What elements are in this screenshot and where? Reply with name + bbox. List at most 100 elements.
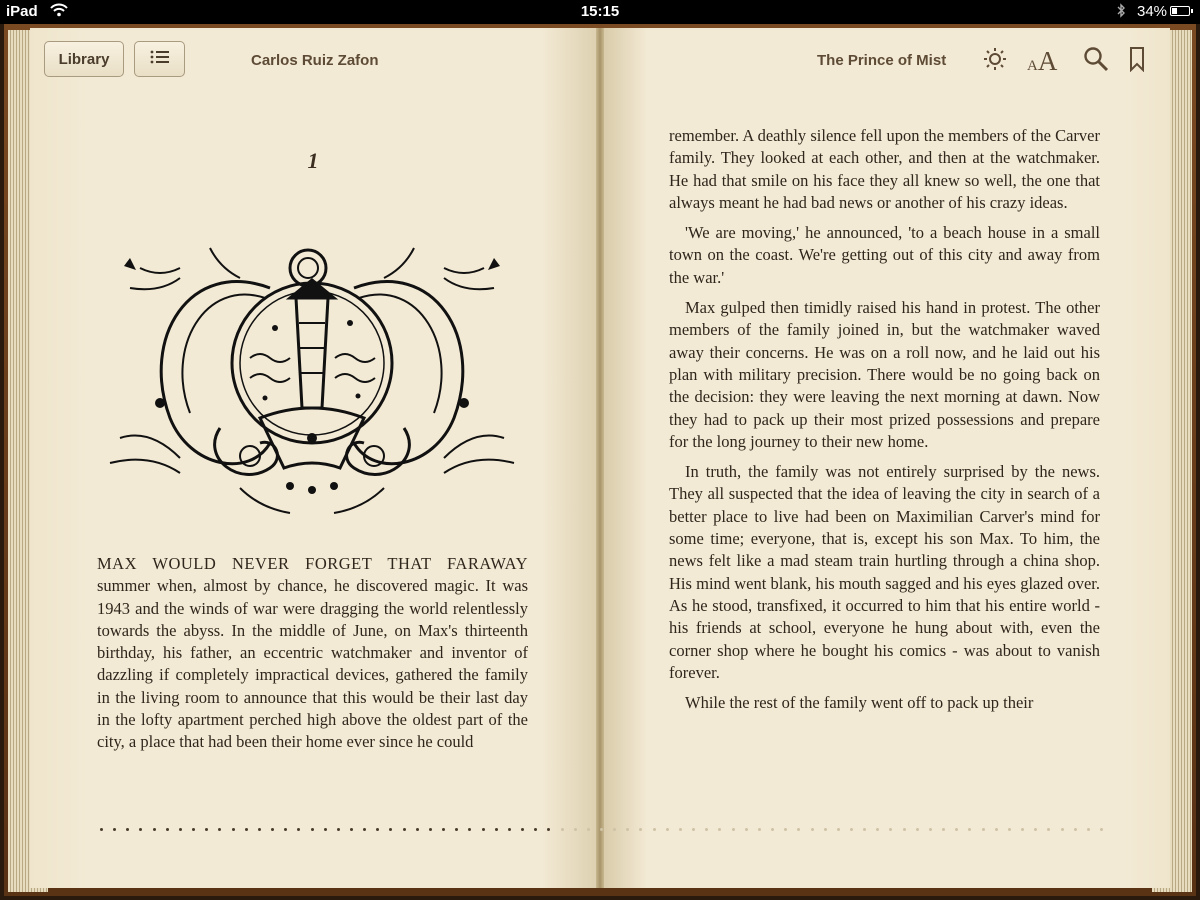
progress-dot	[376, 828, 380, 831]
progress-dot	[863, 828, 867, 831]
font-large-glyph: A	[1037, 46, 1058, 76]
bookmark-icon[interactable]	[1129, 46, 1145, 77]
progress-dot	[152, 828, 156, 831]
progress-dot	[231, 828, 235, 831]
progress-dot	[205, 828, 209, 831]
progress-dot	[718, 828, 722, 831]
progress-dot	[757, 828, 761, 831]
progress-dot	[1086, 828, 1090, 831]
right-page-text: remember. A deathly silence fell upon th…	[669, 125, 1100, 722]
progress-dot	[902, 828, 906, 831]
progress-dot	[1073, 828, 1077, 831]
opening-paragraph: MAX WOULD NEVER FORGET THAT FARAWAY summ…	[97, 553, 528, 754]
paragraph: In truth, the family was not entirely su…	[669, 462, 1100, 682]
bluetooth-icon	[1116, 3, 1126, 22]
progress-dot	[389, 828, 393, 831]
brightness-icon[interactable]	[982, 46, 1008, 77]
progress-dot	[336, 828, 340, 831]
paragraph: 'We are moving,' he announced, 'to a bea…	[669, 223, 1100, 287]
progress-dot	[284, 828, 288, 831]
battery-percent: 34%	[1137, 3, 1168, 20]
progress-dot	[771, 828, 775, 831]
progress-dot	[889, 828, 893, 831]
clock: 15:15	[580, 3, 620, 20]
progress-dot	[363, 828, 367, 831]
progress-dot	[415, 828, 419, 831]
progress-dot	[218, 828, 222, 831]
progress-dot	[494, 828, 498, 831]
status-bar: iPad 15:15 34%	[0, 0, 1200, 24]
progress-dot	[192, 828, 196, 831]
progress-dot	[876, 828, 880, 831]
progress-dot	[455, 828, 459, 831]
progress-dot	[350, 828, 353, 831]
battery-icon	[1170, 6, 1193, 16]
progress-dot	[639, 828, 643, 831]
progress-dot	[678, 828, 682, 831]
paragraph: Max gulped then timidly raised his hand …	[669, 298, 1100, 451]
progress-dot	[481, 828, 485, 831]
progress-dot	[547, 828, 551, 831]
progress-dot	[968, 828, 972, 831]
progress-dot	[1034, 828, 1038, 831]
progress-dot	[402, 828, 406, 831]
progress-dot	[178, 828, 182, 831]
progress-dot	[652, 828, 656, 831]
progress-dot	[810, 828, 814, 831]
progress-dot	[600, 828, 603, 831]
left-page-text: MAX WOULD NEVER FORGET THAT FARAWAY summ…	[97, 553, 528, 762]
progress-dot	[257, 828, 261, 831]
opening-caps: MAX WOULD NEVER FORGET THAT FARAWAY	[97, 554, 528, 573]
table-of-contents-button[interactable]	[134, 41, 185, 77]
progress-dot	[994, 828, 998, 831]
book-spine	[596, 28, 604, 888]
progress-dot	[126, 828, 130, 831]
page-progress-scrubber[interactable]	[0, 826, 1200, 834]
progress-dot	[692, 828, 696, 831]
font-small-glyph: A	[1027, 58, 1038, 74]
chapter-illustration	[109, 247, 515, 514]
progress-dot	[100, 828, 103, 831]
progress-dot	[955, 828, 959, 831]
progress-dot	[928, 828, 932, 831]
progress-dot	[797, 828, 801, 831]
list-icon	[150, 49, 170, 69]
progress-dot	[942, 828, 946, 831]
progress-dot	[560, 828, 564, 831]
progress-dot	[323, 828, 327, 831]
paragraph: remember. A deathly silence fell upon th…	[669, 126, 1100, 212]
progress-dot	[271, 828, 275, 831]
progress-dot	[836, 828, 840, 831]
font-size-icon[interactable]: AA	[1027, 46, 1057, 77]
battery-fill	[1172, 8, 1178, 14]
progress-dot	[139, 828, 143, 831]
paragraph: While the rest of the family went off to…	[685, 693, 1034, 713]
progress-dot	[428, 828, 432, 831]
progress-dot	[1021, 828, 1025, 831]
progress-dot	[744, 828, 748, 831]
search-icon[interactable]	[1083, 46, 1109, 77]
progress-dot	[665, 828, 669, 831]
chapter-number: 1	[307, 148, 319, 173]
progress-dot	[705, 828, 709, 831]
progress-dot	[626, 828, 630, 831]
progress-dot	[784, 828, 788, 831]
author-name: Carlos Ruiz Zafon	[251, 52, 379, 69]
progress-dot	[1100, 828, 1103, 831]
progress-dot	[1007, 828, 1011, 831]
book-title: The Prince of Mist	[817, 52, 947, 69]
opening-rest: summer when, almost by chance, he discov…	[97, 576, 528, 752]
progress-dot	[534, 828, 538, 831]
progress-dot	[521, 828, 525, 831]
progress-dot	[823, 828, 827, 831]
progress-dot	[850, 828, 853, 831]
progress-dot	[586, 828, 590, 831]
progress-dot	[731, 828, 735, 831]
progress-dot	[244, 828, 248, 831]
progress-dot	[613, 828, 617, 831]
progress-dot	[573, 828, 577, 831]
progress-dot	[297, 828, 301, 831]
progress-dot	[113, 828, 117, 831]
progress-dot	[442, 828, 446, 831]
library-button[interactable]: Library	[44, 41, 124, 77]
